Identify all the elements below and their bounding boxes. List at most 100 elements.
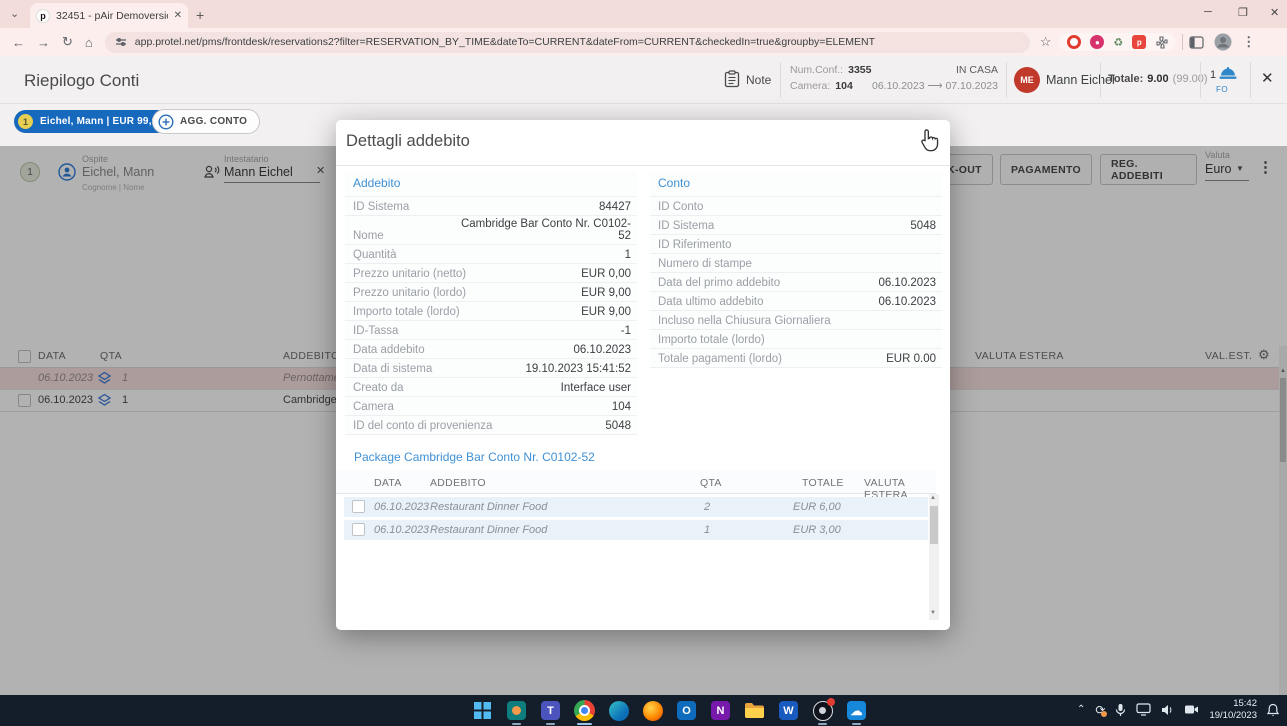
tab-close-icon[interactable]: ✕ [174, 10, 182, 21]
header-divider [1006, 62, 1007, 98]
field-row: Totale pagamenti (lordo)EUR 0.00 [650, 349, 942, 368]
field-row: Importo totale (lordo) [650, 330, 942, 349]
note-clipboard-icon[interactable] [724, 70, 740, 88]
field-row: ID-Tassa-1 [345, 321, 637, 340]
site-settings-icon[interactable] [115, 36, 127, 48]
tray-chevron-up-icon[interactable]: ⌃ [1077, 704, 1085, 715]
tray-time: 15:42 [1233, 698, 1257, 709]
account-section: Conto ID Conto ID Sistema5048 ID Riferim… [650, 172, 942, 368]
header-total: Totale: 9.00 (99.00) [1108, 73, 1208, 85]
pkg-scrollbar-thumb[interactable] [930, 506, 938, 544]
onenote-icon[interactable]: N [708, 698, 733, 723]
tray-clock[interactable]: 15:4219/10/2023 [1209, 698, 1257, 722]
pkg-col-total: TOTALE [802, 477, 844, 489]
field-row: ID del conto di provenienza5048 [345, 416, 637, 435]
edge-icon[interactable] [606, 698, 631, 723]
back-icon[interactable]: ← [12, 35, 25, 50]
window-close-button[interactable]: ✕ [1270, 6, 1279, 19]
package-table-header: DATA ADDEBITO QTA TOTALE VALUTA ESTERA [336, 470, 936, 494]
add-account-label: AGG. CONTO [180, 116, 247, 127]
url-text: app.protel.net/pms/frontdesk/reservation… [135, 36, 875, 48]
reload-icon[interactable]: ↻ [62, 34, 73, 50]
fo-label: FO [1216, 85, 1228, 94]
window-minimize-button[interactable]: ─ [1204, 6, 1212, 18]
field-row: Prezzo unitario (netto)EUR 0,00 [345, 264, 637, 283]
word-icon[interactable]: W [776, 698, 801, 723]
new-tab-button[interactable]: + [196, 7, 204, 23]
outlook-icon[interactable]: O [674, 698, 699, 723]
field-row: ID Riferimento [650, 235, 942, 254]
pkg-scroll-up-icon[interactable]: ▲ [930, 495, 936, 501]
header-divider [1100, 62, 1101, 98]
account-pill-label: Eichel, Mann | EUR 99,00 [40, 116, 163, 127]
pkg-row-checkbox[interactable] [352, 500, 365, 513]
bookmark-star-icon[interactable]: ☆ [1040, 34, 1052, 50]
field-row: Creato daInterface user [345, 378, 637, 397]
browser-menu-kebab-icon[interactable]: ⋮ [1242, 34, 1255, 50]
pkg-col-qty: QTA [700, 477, 722, 489]
field-row: Prezzo unitario (lordo)EUR 9,00 [345, 283, 637, 302]
url-field[interactable]: app.protel.net/pms/frontdesk/reservation… [105, 32, 1030, 53]
microphone-icon[interactable] [1115, 703, 1126, 717]
pkg-row-total: EUR 6,00 [793, 501, 841, 513]
window-maximize-button[interactable]: ❐ [1238, 6, 1248, 19]
front-office-bell-icon[interactable] [1218, 64, 1238, 82]
extensions-pill: ● ♻ p [1059, 33, 1176, 51]
modal-title: Dettagli addebito [346, 132, 470, 151]
tab-search-icon[interactable]: ⌄ [10, 7, 19, 20]
taskbar-icons: T O N W ☁ [470, 698, 869, 723]
conf-number: Num.Conf.:3355 [790, 64, 871, 76]
field-row: Data di sistema19.10.2023 15:41:52 [345, 359, 637, 378]
tab-title: 32451 - pAir Demoversion Ser... [56, 10, 168, 22]
home-icon[interactable]: ⌂ [85, 35, 93, 50]
fo-count: 1 [1210, 69, 1216, 81]
pkg-scroll-down-icon[interactable]: ▼ [930, 610, 936, 616]
pkg-col-charge: ADDEBITO [430, 477, 486, 489]
extensions-puzzle-icon[interactable] [1155, 36, 1168, 49]
camera-icon[interactable] [1184, 704, 1199, 715]
pkg-row-date: 06.10.2023 [374, 501, 429, 513]
cloud-app-icon[interactable]: ☁ [844, 698, 869, 723]
notification-bell-icon[interactable] [1267, 703, 1279, 717]
mouse-hand-cursor [918, 128, 941, 153]
extension-pink-icon[interactable]: ● [1090, 35, 1104, 49]
pkg-row-total: EUR 3,00 [793, 524, 841, 536]
close-page-icon[interactable]: ✕ [1261, 69, 1274, 87]
status-badge: IN CASA [942, 64, 998, 76]
header-divider [1200, 62, 1201, 98]
extension-red-o-icon[interactable] [1067, 35, 1081, 49]
browser-tab[interactable]: p 32451 - pAir Demoversion Ser... ✕ [30, 3, 188, 28]
teams-icon[interactable]: T [538, 698, 563, 723]
speaker-icon[interactable] [1161, 704, 1174, 716]
file-explorer-icon[interactable] [742, 698, 767, 723]
package-row[interactable]: 06.10.2023 Restaurant Dinner Food 1 EUR … [344, 520, 928, 540]
sync-icon[interactable]: ⟳ [1095, 703, 1105, 717]
forward-icon[interactable]: → [37, 35, 50, 50]
page-title: Riepilogo Conti [24, 71, 139, 91]
system-tray: ⌃ ⟳ 15:4219/10/2023 [1077, 698, 1279, 722]
header-divider [780, 62, 781, 98]
charge-section-title: Addebito [345, 172, 637, 197]
account-section-title: Conto [650, 172, 942, 197]
modal-title-divider [336, 165, 950, 166]
start-icon[interactable] [470, 698, 495, 723]
display-icon[interactable] [1136, 703, 1151, 716]
extension-recycle-icon[interactable]: ♻ [1113, 36, 1123, 49]
note-button[interactable]: Note [746, 73, 771, 87]
chrome-icon[interactable] [572, 698, 597, 723]
field-row: Camera104 [345, 397, 637, 416]
package-row[interactable]: 06.10.2023 Restaurant Dinner Food 2 EUR … [344, 497, 928, 517]
chat-bot-app-icon[interactable] [504, 698, 529, 723]
add-account-button[interactable]: AGG. CONTO [152, 109, 260, 134]
obs-icon[interactable] [810, 698, 835, 723]
pkg-row-charge: Restaurant Dinner Food [430, 524, 547, 536]
pkg-row-checkbox[interactable] [352, 523, 365, 536]
field-row: Incluso nella Chiusura Giornaliera [650, 311, 942, 330]
pkg-row-qty: 1 [704, 524, 710, 536]
browser-profile-avatar[interactable] [1214, 33, 1232, 51]
side-panel-icon[interactable] [1189, 36, 1204, 49]
firefox-icon[interactable] [640, 698, 665, 723]
field-row: Quantità1 [345, 245, 637, 264]
browser-tab-bar: ⌄ p 32451 - pAir Demoversion Ser... ✕ + … [0, 0, 1287, 28]
extension-protel-icon[interactable]: p [1132, 35, 1146, 49]
